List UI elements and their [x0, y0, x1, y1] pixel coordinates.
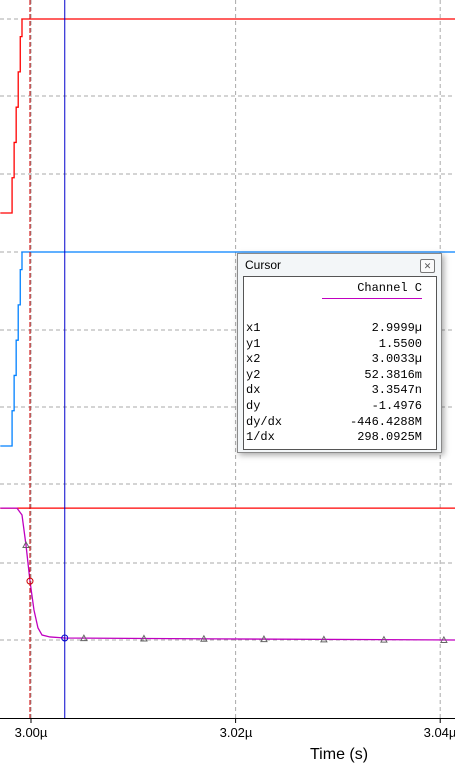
readout-value: 298.0925M [357, 430, 422, 445]
readout-label: x2 [246, 352, 261, 367]
cursor-dialog[interactable]: Cursor ✕ Channel C x1 2.9999µ y1 1.5500 x2 3.… [237, 253, 442, 453]
readout-row-x2: x2 3.0033µ [246, 352, 422, 367]
trace-panel1-series1 [0, 18, 455, 214]
readout-label: y2 [246, 367, 261, 382]
cursor-readout: Channel C x1 2.9999µ y1 1.5500 x2 3.0033µ y2 52… [243, 276, 437, 450]
x-tick-label: 3.04µ [423, 725, 455, 740]
readout-value: 3.3547n [371, 383, 422, 398]
readout-value: 2.9999µ [371, 321, 422, 335]
readout-label: dx [246, 383, 261, 398]
channel-color-line [322, 298, 422, 299]
readout-label: x1 [246, 321, 261, 335]
x-tick-label: 3.02µ [219, 725, 253, 740]
readout-value: 3.0033µ [371, 352, 422, 367]
x-tick-label: 3.00µ [14, 725, 48, 740]
readout-value: 52.3816m [364, 367, 422, 382]
readout-label: dy [246, 399, 261, 413]
readout-label: 1/dx [246, 430, 275, 445]
readout-row-y1: y1 1.5500 [246, 337, 422, 352]
readout-row-x1: x1 2.9999µ [246, 321, 422, 336]
readout-row-dy-dx: dy/dx -446.4288M [246, 415, 422, 430]
readout-value: 1.5500 [378, 336, 422, 351]
channel-name: Channel C [357, 281, 422, 295]
x-axis-label: Time (s) [310, 746, 369, 763]
readout-row-y2: y2 52.3816m [246, 368, 422, 383]
trace-panel3-series2 [0, 507, 455, 641]
readout-row-dy: dy -1.4976 [246, 399, 422, 414]
dialog-title: Cursor [245, 258, 282, 272]
readout-label: y1 [246, 336, 261, 351]
readout-value: -1.4976 [371, 399, 422, 413]
close-icon[interactable]: ✕ [420, 259, 435, 273]
readout-label: dy/dx [246, 414, 283, 429]
readout-value: -446.4288M [349, 414, 422, 429]
readout-row-dx: dx 3.3547n [246, 383, 422, 398]
readout-row-1-dx: 1/dx 298.0925M [246, 430, 422, 445]
